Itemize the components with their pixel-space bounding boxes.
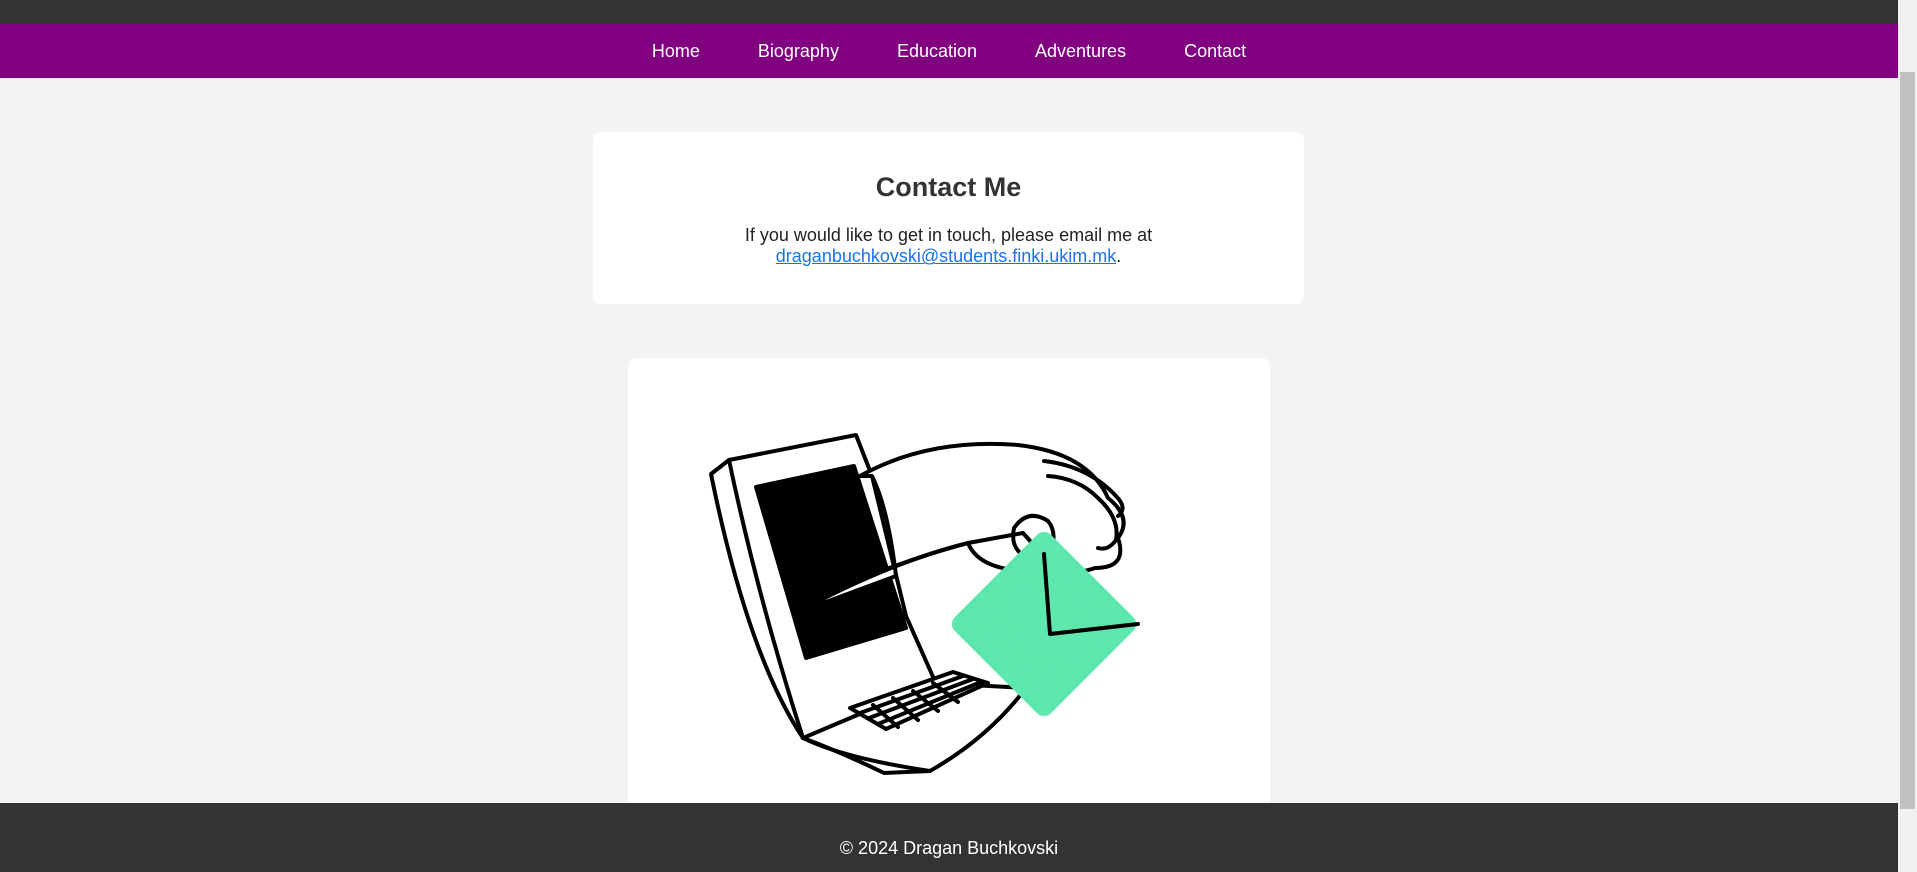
contact-text-lead: If you would like to get in touch, pleas…: [744, 225, 1153, 246]
top-bar: [0, 0, 1898, 24]
nav-link-home[interactable]: Home: [652, 41, 700, 62]
page-scrollbar[interactable]: [1898, 0, 1917, 872]
main-nav: Home Biography Education Adventures Cont…: [0, 24, 1898, 78]
laptop-hand-envelope-illustration: [709, 433, 1140, 775]
email-link[interactable]: draganbuchkovski@students.finki.ukim.mk: [776, 246, 1116, 266]
page: Home Biography Education Adventures Cont…: [0, 0, 1898, 872]
illustration-card: [628, 358, 1270, 808]
contact-card: Contact Me If you would like to get in t…: [593, 132, 1304, 304]
footer-copyright: © 2024 Dragan Buchkovski: [839, 838, 1059, 858]
nav-link-education[interactable]: Education: [897, 41, 977, 62]
scrollbar-thumb[interactable]: [1900, 72, 1915, 809]
nav-link-biography[interactable]: Biography: [758, 41, 839, 62]
contact-text: If you would like to get in touch, pleas…: [734, 225, 1164, 267]
contact-text-end: .: [1116, 246, 1122, 267]
nav-link-contact[interactable]: Contact: [1184, 41, 1246, 62]
nav-link-adventures[interactable]: Adventures: [1035, 41, 1126, 62]
footer: © 2024 Dragan Buchkovski: [0, 803, 1898, 872]
contact-title: Contact Me: [875, 172, 1022, 202]
